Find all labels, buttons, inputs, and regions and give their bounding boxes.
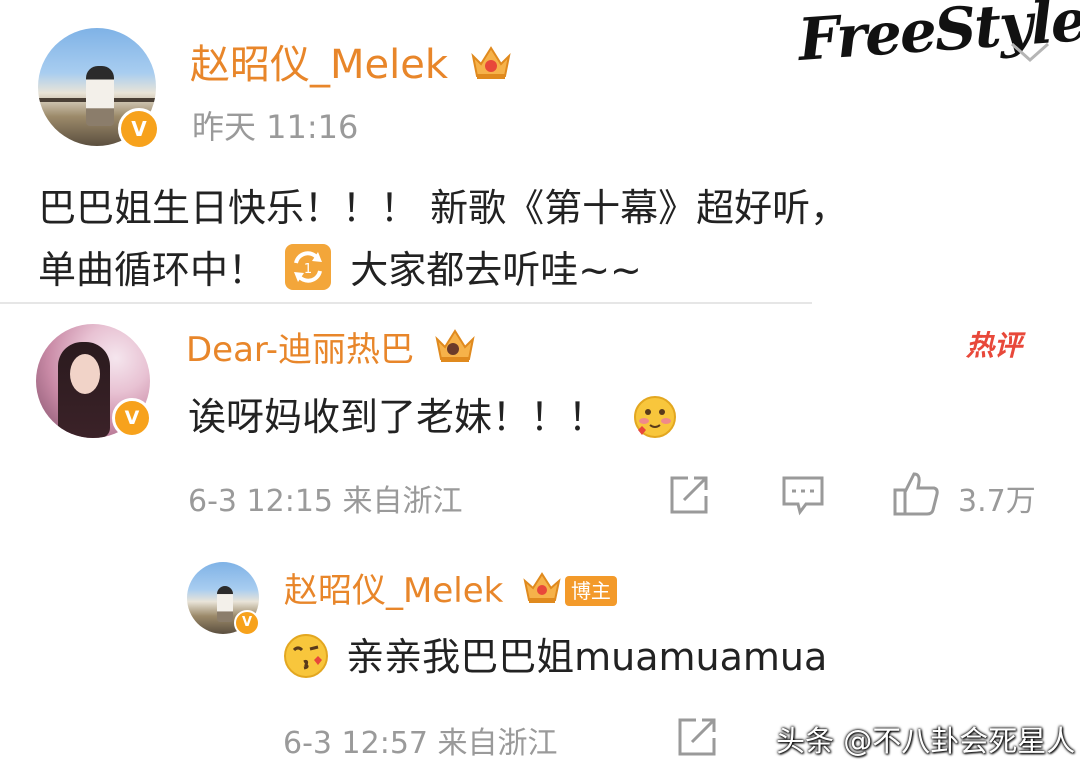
blushing-face-emoji-icon: [634, 396, 677, 438]
reply-author-name[interactable]: 赵昭仪_Melek 博主: [284, 563, 617, 612]
post-author-name-text[interactable]: 赵昭仪_Melek: [190, 42, 448, 88]
author-badge: 博主: [564, 576, 617, 606]
svg-text:1: 1: [304, 262, 312, 277]
repeat-one-icon: 1: [285, 244, 332, 290]
hot-comment-badge: 热评: [966, 329, 1023, 362]
post-content-part-b: 大家都去听哇~~: [350, 248, 642, 292]
member-crown-icon: [469, 42, 513, 82]
comment-author-name[interactable]: Dear-迪丽热巴: [186, 322, 477, 371]
reply-text: 亲亲我巴巴姐muamuamua: [282, 626, 827, 681]
verified-badge-icon: V: [234, 610, 260, 636]
comment-text-content: 诶呀妈收到了老妹！！！: [188, 395, 607, 439]
verified-badge-icon: V: [112, 398, 152, 438]
comment-text: 诶呀妈收到了老妹！！！: [188, 386, 678, 441]
comment-icon[interactable]: [780, 474, 826, 518]
chevron-down-icon[interactable]: [1008, 38, 1052, 66]
post-content-line-1: 巴巴姐生日快乐！！！ 新歌《第十幕》超好听，: [38, 186, 849, 230]
kissing-face-emoji-icon: [284, 634, 328, 678]
reply-author-name-text[interactable]: 赵昭仪_Melek: [284, 571, 503, 611]
section-divider: [0, 302, 812, 304]
comment-author-name-text[interactable]: Dear-迪丽热巴: [186, 330, 414, 370]
member-crown-icon: [522, 570, 562, 606]
share-icon[interactable]: [674, 714, 720, 760]
post-author-name[interactable]: 赵昭仪_Melek: [190, 32, 513, 90]
reply-meta: 6-3 12:57 来自浙江: [283, 726, 558, 761]
thumbs-up-icon[interactable]: [892, 470, 942, 518]
reply-text-content: 亲亲我巴巴姐muamuamua: [346, 635, 828, 679]
member-crown-icon: [433, 327, 477, 365]
share-icon[interactable]: [666, 472, 712, 518]
like-count: 3.7万: [958, 484, 1036, 519]
watermark-text: 头条 @不八卦会死星人: [776, 724, 1076, 758]
post-content-line-2: 单曲循环中！ 1 大家都去听哇~~: [38, 238, 642, 302]
post-timestamp: 昨天 11:16: [192, 108, 359, 146]
post-content-part-a: 单曲循环中！: [38, 248, 267, 292]
verified-badge-icon: V: [118, 108, 160, 150]
comment-meta: 6-3 12:15 来自浙江: [188, 484, 463, 519]
